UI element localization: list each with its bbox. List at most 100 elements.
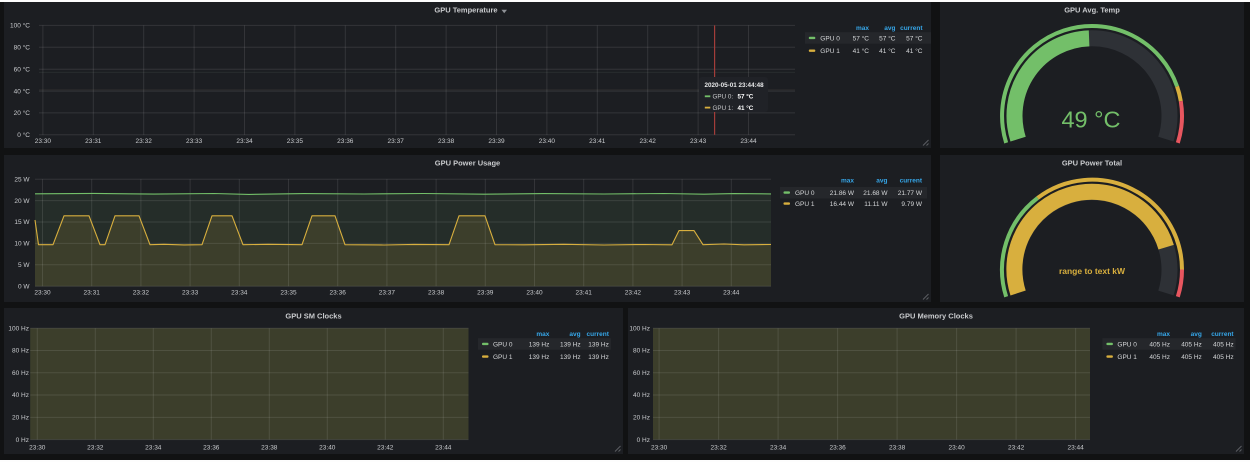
svg-text:100 Hz: 100 Hz — [8, 325, 29, 332]
svg-text:60 Hz: 60 Hz — [633, 370, 650, 377]
svg-text:25 W: 25 W — [14, 176, 30, 183]
svg-text:20 Hz: 20 Hz — [633, 415, 650, 422]
svg-text:139 Hz: 139 Hz — [560, 341, 581, 348]
svg-text:57 °C: 57 °C — [906, 34, 923, 42]
svg-text:23:30: 23:30 — [651, 445, 668, 452]
svg-text:0 Hz: 0 Hz — [16, 437, 29, 444]
svg-text:21.86 W: 21.86 W — [830, 190, 855, 197]
svg-text:60 Hz: 60 Hz — [12, 370, 29, 377]
svg-text:max: max — [1157, 331, 1170, 338]
svg-text:60 °C: 60 °C — [14, 65, 31, 73]
svg-text:GPU 1: GPU 1 — [1117, 354, 1137, 361]
svg-text:23:40: 23:40 — [539, 138, 556, 145]
svg-text:405 Hz: 405 Hz — [1149, 354, 1170, 361]
svg-text:range to text kW: range to text kW — [1059, 266, 1126, 276]
svg-text:23:39: 23:39 — [488, 138, 505, 145]
svg-text:GPU Avg. Temp: GPU Avg. Temp — [1064, 6, 1120, 15]
svg-text:max: max — [841, 178, 854, 185]
svg-text:20 Hz: 20 Hz — [12, 415, 29, 422]
svg-text:21.68 W: 21.68 W — [863, 190, 888, 197]
svg-text:405 Hz: 405 Hz — [1181, 341, 1202, 348]
svg-text:23:34: 23:34 — [145, 445, 162, 452]
svg-text:405 Hz: 405 Hz — [1213, 341, 1234, 348]
svg-text:23:34: 23:34 — [236, 138, 253, 145]
svg-text:23:31: 23:31 — [85, 138, 102, 145]
svg-text:11.11 W: 11.11 W — [864, 201, 888, 208]
svg-text:9.79 W: 9.79 W — [901, 201, 922, 208]
svg-text:0 W: 0 W — [18, 283, 30, 290]
svg-text:139 Hz: 139 Hz — [529, 341, 550, 348]
svg-text:23:31: 23:31 — [84, 290, 101, 297]
svg-text:max: max — [536, 331, 549, 338]
svg-text:41 °C: 41 °C — [853, 47, 870, 55]
svg-text:21.77 W: 21.77 W — [898, 190, 923, 197]
svg-text:current: current — [586, 331, 609, 338]
svg-text:2020-05-01 23:44:48: 2020-05-01 23:44:48 — [705, 82, 765, 89]
svg-text:405 Hz: 405 Hz — [1213, 354, 1234, 361]
svg-text:23:36: 23:36 — [330, 290, 347, 297]
svg-text:GPU 1:: GPU 1: — [713, 105, 734, 112]
svg-text:GPU Power Usage: GPU Power Usage — [435, 159, 500, 168]
svg-text:23:33: 23:33 — [182, 290, 199, 297]
svg-text:avg: avg — [1191, 331, 1202, 338]
svg-text:max: max — [856, 25, 869, 32]
svg-text:23:30: 23:30 — [35, 138, 52, 145]
svg-text:23:44: 23:44 — [435, 445, 452, 452]
svg-text:20 W: 20 W — [14, 198, 30, 205]
svg-text:23:43: 23:43 — [674, 290, 691, 297]
svg-text:GPU 1: GPU 1 — [795, 201, 815, 208]
svg-text:23:34: 23:34 — [231, 290, 248, 297]
svg-text:57 °C: 57 °C — [879, 34, 896, 42]
svg-text:40 Hz: 40 Hz — [633, 392, 650, 399]
svg-text:10 W: 10 W — [14, 241, 30, 248]
svg-text:GPU Memory Clocks: GPU Memory Clocks — [899, 312, 973, 321]
svg-text:40 Hz: 40 Hz — [12, 392, 29, 399]
svg-text:GPU SM Clocks: GPU SM Clocks — [285, 312, 341, 321]
svg-text:23:41: 23:41 — [576, 290, 593, 297]
svg-text:0 Hz: 0 Hz — [637, 437, 650, 444]
svg-text:23:35: 23:35 — [287, 138, 304, 145]
svg-text:GPU 0: GPU 0 — [1117, 341, 1137, 348]
svg-text:current: current — [900, 25, 923, 32]
svg-text:23:40: 23:40 — [948, 445, 965, 452]
svg-text:40 °C: 40 °C — [14, 87, 31, 95]
svg-text:20 °C: 20 °C — [14, 109, 31, 117]
svg-text:current: current — [900, 178, 923, 185]
svg-text:23:40: 23:40 — [526, 290, 543, 297]
svg-text:23:33: 23:33 — [186, 138, 203, 145]
svg-text:23:38: 23:38 — [438, 138, 455, 145]
svg-text:23:36: 23:36 — [203, 445, 220, 452]
svg-text:23:30: 23:30 — [29, 445, 46, 452]
svg-text:100 Hz: 100 Hz — [629, 325, 650, 332]
svg-text:23:37: 23:37 — [379, 290, 396, 297]
svg-text:23:37: 23:37 — [388, 138, 405, 145]
svg-text:80 °C: 80 °C — [14, 44, 31, 52]
svg-text:23:40: 23:40 — [319, 445, 336, 452]
svg-text:23:38: 23:38 — [889, 445, 906, 452]
svg-text:405 Hz: 405 Hz — [1149, 341, 1170, 348]
svg-text:23:35: 23:35 — [280, 290, 297, 297]
svg-text:avg: avg — [569, 331, 580, 338]
svg-text:100 °C: 100 °C — [10, 22, 30, 30]
svg-text:23:32: 23:32 — [710, 445, 727, 452]
svg-text:23:44: 23:44 — [740, 138, 757, 145]
svg-text:23:34: 23:34 — [770, 445, 787, 452]
svg-text:23:38: 23:38 — [261, 445, 278, 452]
svg-text:405 Hz: 405 Hz — [1181, 354, 1202, 361]
svg-text:57 °C: 57 °C — [738, 93, 754, 101]
svg-text:0 °C: 0 °C — [17, 131, 30, 139]
svg-text:23:36: 23:36 — [337, 138, 354, 145]
svg-text:avg: avg — [876, 178, 887, 185]
svg-text:49 °C: 49 °C — [1061, 107, 1120, 133]
svg-text:23:42: 23:42 — [640, 138, 657, 145]
svg-text:23:44: 23:44 — [723, 290, 740, 297]
svg-text:139 Hz: 139 Hz — [588, 341, 609, 348]
svg-text:23:43: 23:43 — [690, 138, 707, 145]
svg-text:23:42: 23:42 — [1008, 445, 1025, 452]
svg-text:139 Hz: 139 Hz — [560, 354, 581, 361]
svg-text:23:39: 23:39 — [477, 290, 494, 297]
svg-text:23:32: 23:32 — [136, 138, 153, 145]
svg-text:57 °C: 57 °C — [853, 34, 870, 42]
svg-text:23:38: 23:38 — [428, 290, 445, 297]
svg-text:GPU 0: GPU 0 — [795, 190, 815, 197]
